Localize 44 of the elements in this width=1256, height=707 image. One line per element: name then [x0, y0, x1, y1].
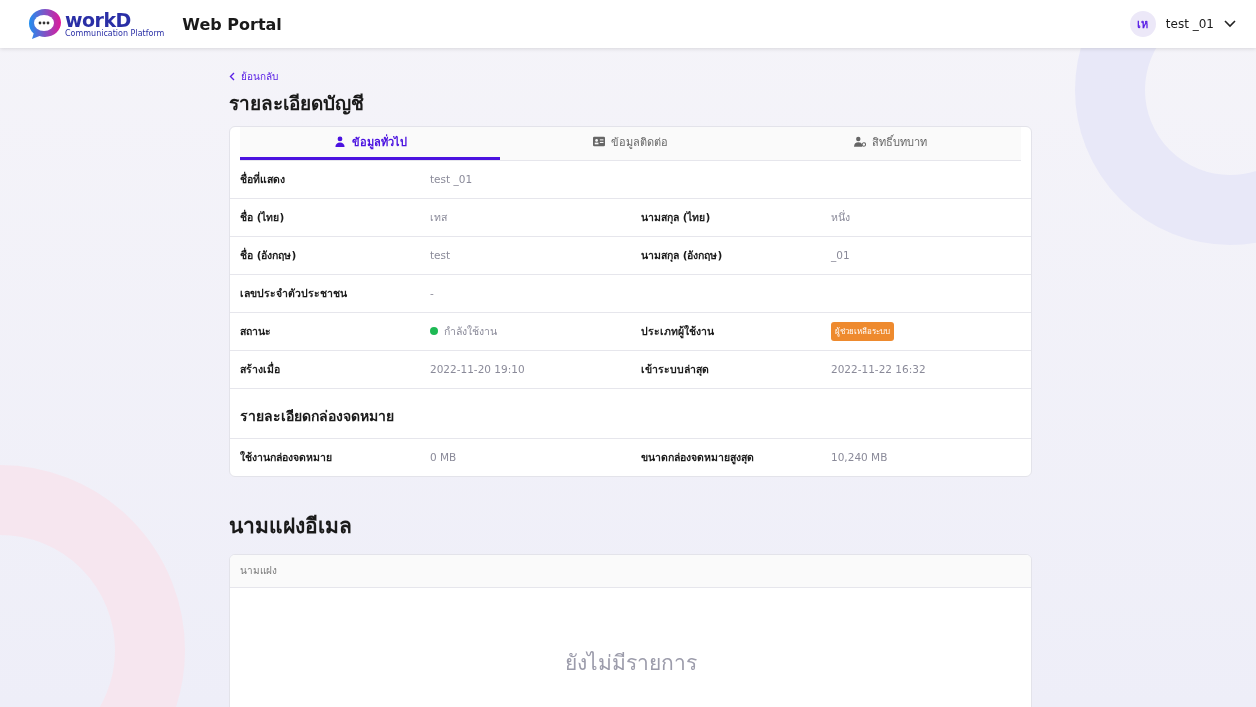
field-value: test _01: [430, 173, 474, 186]
page-title: รายละเอียดบัญชี: [229, 91, 365, 116]
back-link[interactable]: ย้อนกลับ: [229, 69, 278, 84]
field-label: ประเภทผู้ใช้งาน: [641, 323, 715, 340]
empty-message: ยังไม่มีรายการ: [564, 650, 697, 677]
id-card-icon: [593, 136, 605, 148]
tab[interactable]: ข้อมูลทั่วไป: [240, 126, 501, 160]
role-tag: ผู้ช่วยเหลือระบบ: [831, 321, 894, 341]
field-value: _01: [831, 249, 851, 262]
field-value: กำลังใช้งาน: [444, 323, 497, 339]
app-title: Web Portal: [182, 14, 282, 34]
field-value: test: [430, 249, 452, 262]
tab[interactable]: ข้อมูลติดต่อ: [500, 126, 761, 160]
field-value: หนึ่ง: [831, 209, 851, 225]
field-value: 2022-11-22 16:32: [831, 363, 927, 376]
person-icon: [333, 136, 346, 148]
field-label: ชื่อ (ไทย): [240, 208, 286, 225]
chevron-down-icon[interactable]: [1224, 20, 1236, 28]
field-label: ชื่อ (อังกฤษ): [240, 246, 298, 263]
field-label: ชื่อที่แสดง: [240, 170, 286, 187]
field-label: เข้าระบบล่าสุด: [641, 361, 710, 378]
section-heading: รายละเอียดกล่องจดหมาย: [230, 388, 1031, 439]
column-header: นามแฝง: [230, 555, 1031, 588]
chevron-left-icon: [229, 72, 235, 81]
logo-wordmark: workD: [65, 10, 131, 30]
field-label: นามสกุล (อังกฤษ): [641, 247, 724, 264]
field-value: 0 MB: [430, 451, 458, 464]
field-label: สร้างเมื่อ: [240, 360, 281, 377]
field-label: ใช้งานกล่องจดหมาย: [240, 449, 333, 465]
user-avatar[interactable]: เห: [1129, 11, 1156, 37]
field-value: เทส: [430, 209, 448, 225]
logo-tagline: Communication Platform: [65, 29, 165, 38]
person-lock-icon: [854, 136, 867, 148]
user-name[interactable]: test _01: [1165, 17, 1214, 31]
field-value: -: [430, 287, 435, 300]
field-label: นามสกุล (ไทย): [641, 209, 712, 226]
field-value: 10,240 MB: [831, 451, 889, 464]
tab[interactable]: สิทธิ์บทบาท: [760, 126, 1021, 160]
field-label: สถานะ: [240, 323, 272, 339]
section-title: นามแฝงอีเมล: [229, 512, 353, 540]
chat-bubble-icon: [28, 8, 62, 40]
field-label: ขนาดกล่องจดหมายสูงสุด: [641, 449, 755, 466]
field-label: เลขประจำตัวประชาชน: [240, 285, 348, 301]
field-value: 2022-11-20 19:10: [430, 363, 526, 376]
